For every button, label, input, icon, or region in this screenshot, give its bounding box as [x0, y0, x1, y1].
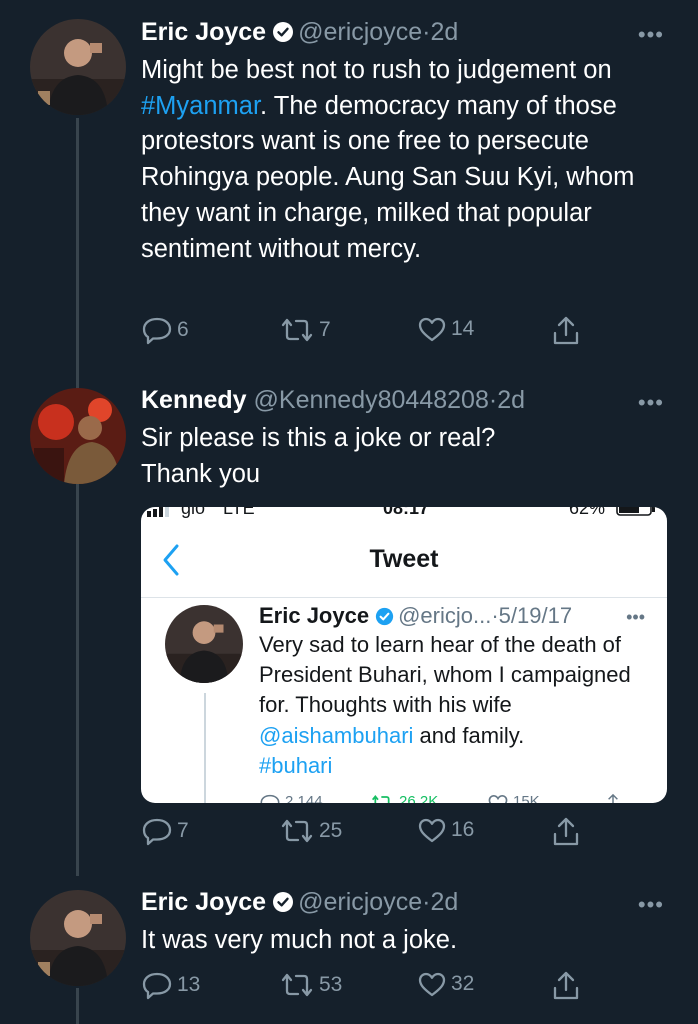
retweet-icon: [279, 970, 319, 1000]
share-icon: [551, 970, 585, 1002]
tweet-text: Might be best not to rush to judgement o…: [141, 53, 661, 267]
reply-icon: [141, 816, 177, 846]
attached-screenshot[interactable]: glo LTE 08:17 62% Tweet Eric Joyce @ericj…: [141, 507, 667, 803]
like-count: 16: [451, 818, 475, 841]
tweet-actions: 2,144 26.2K 15K: [259, 793, 639, 803]
like-count: 14: [451, 317, 475, 340]
tweet-text: Sir please is this a joke or real? Thank…: [141, 424, 496, 488]
reply-count: 2,144: [285, 793, 323, 803]
retweet-count: 53: [319, 973, 343, 996]
heart-icon: [417, 816, 451, 844]
hashtag-link[interactable]: #Myanmar: [141, 92, 260, 120]
thread-line-2: [76, 988, 79, 1024]
tweet-header: Eric Joyce @ericjoyce·2d: [141, 888, 458, 920]
reply-button[interactable]: 13: [141, 970, 200, 1000]
tweet-actions: 6 7 14: [141, 315, 601, 349]
share-button[interactable]: [551, 816, 585, 848]
timestamp[interactable]: 2d: [497, 386, 525, 414]
display-name[interactable]: Kennedy: [141, 386, 247, 414]
network-type: LTE: [223, 507, 255, 518]
retweet-icon: [279, 315, 319, 345]
reply-icon: [259, 793, 281, 803]
more-icon[interactable]: •••: [638, 892, 664, 918]
retweet-count: 26.2K: [399, 793, 439, 803]
share-button[interactable]: [551, 970, 585, 1002]
heart-icon: [417, 315, 451, 343]
verified-badge-icon: [375, 606, 394, 632]
avatar[interactable]: [165, 605, 243, 683]
dot-separator: ·: [491, 603, 499, 628]
display-name[interactable]: Eric Joyce: [141, 888, 266, 916]
mention-link[interactable]: @aishambuhari: [259, 723, 413, 748]
user-handle[interactable]: @ericjo...: [398, 603, 491, 628]
avatar[interactable]: [30, 19, 126, 115]
verified-badge-icon: [272, 891, 294, 920]
tweet-actions: 7 25 16: [141, 816, 601, 850]
like-button[interactable]: 32: [417, 970, 474, 998]
battery-icon: [616, 507, 656, 521]
share-icon: [551, 816, 585, 848]
reply-count: 13: [177, 973, 201, 996]
retweet-icon: [369, 793, 395, 803]
tweet-actions: 13 53 32: [141, 970, 601, 1004]
tweet-header: Eric Joyce @ericjoyce·2d: [141, 18, 458, 50]
heart-icon: [417, 970, 451, 998]
like-button[interactable]: 14: [417, 315, 474, 343]
timestamp[interactable]: 5/19/17: [499, 603, 572, 628]
reply-icon: [141, 315, 177, 345]
like-count: 15K: [513, 793, 540, 803]
reply-count: 7: [177, 819, 189, 842]
heart-icon: [487, 793, 509, 803]
status-clock: 08:17: [383, 507, 430, 518]
hashtag-link[interactable]: #buhari: [259, 753, 332, 778]
reply-button[interactable]: 6: [141, 315, 189, 345]
user-handle[interactable]: @Kennedy80448208: [254, 386, 489, 414]
tweet-text: It was very much not a joke.: [141, 926, 458, 954]
carrier-name: glo: [181, 507, 206, 518]
retweet-button[interactable]: 7: [279, 315, 331, 345]
retweet-button[interactable]: 25: [279, 816, 342, 846]
reply-count: 6: [177, 318, 189, 341]
signal-icon: [147, 507, 175, 522]
header-divider: [141, 597, 667, 598]
dot-separator: ·: [488, 386, 498, 414]
page-title: Tweet: [369, 545, 439, 573]
timestamp[interactable]: 2d: [430, 18, 458, 46]
avatar[interactable]: [30, 388, 126, 484]
timestamp[interactable]: 2d: [430, 888, 458, 916]
avatar[interactable]: [30, 890, 126, 986]
tweet-text-part: Very sad to learn hear of the death of P…: [259, 632, 631, 718]
tweet-text-part: Might be best not to rush to judgement o…: [141, 56, 612, 84]
battery-percent: 62%: [569, 507, 606, 518]
phone-status-bar: glo LTE 08:17 62%: [141, 507, 667, 518]
verified-badge-icon: [272, 21, 294, 50]
tweet-header: Kennedy @Kennedy80448208·2d: [141, 386, 525, 415]
more-icon[interactable]: •••: [626, 607, 645, 628]
tweet-text-part: and family.: [413, 722, 525, 748]
more-icon[interactable]: •••: [638, 22, 664, 48]
reply-icon: [141, 970, 177, 1000]
share-icon: [603, 793, 623, 803]
user-handle[interactable]: @ericjoyce: [298, 888, 422, 916]
share-icon: [551, 315, 585, 347]
tweet-header: Eric Joyce @ericjo...·5/19/17: [259, 603, 572, 632]
thread-line: [204, 693, 206, 803]
retweet-count: 25: [319, 819, 343, 842]
display-name[interactable]: Eric Joyce: [141, 18, 266, 46]
display-name[interactable]: Eric Joyce: [259, 603, 369, 628]
share-button[interactable]: [551, 315, 585, 347]
reply-button[interactable]: 7: [141, 816, 189, 846]
more-icon[interactable]: •••: [638, 390, 664, 416]
retweet-icon: [279, 816, 319, 846]
tweet-text: Very sad to learn hear of the death of P…: [259, 630, 649, 781]
like-count: 32: [451, 972, 475, 995]
retweet-button[interactable]: 53: [279, 970, 342, 1000]
thread-line-1: [76, 118, 79, 876]
user-handle[interactable]: @ericjoyce: [298, 18, 422, 46]
like-button[interactable]: 16: [417, 816, 474, 844]
retweet-count: 7: [319, 318, 331, 341]
